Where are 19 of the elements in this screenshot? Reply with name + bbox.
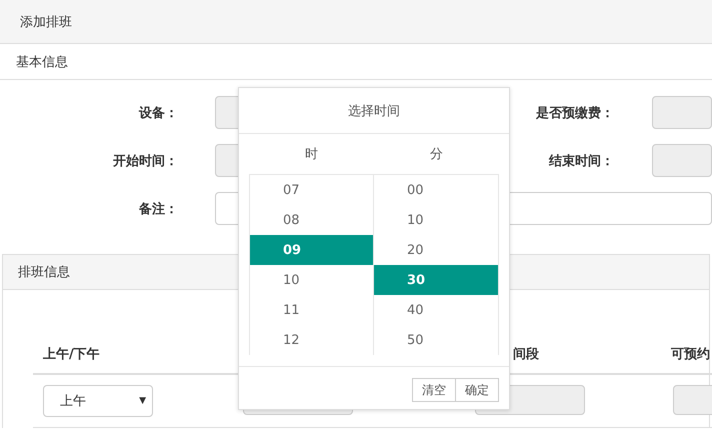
time-option[interactable]: 09 xyxy=(250,235,373,265)
column-header: 可预约 xyxy=(671,345,712,375)
field-label: 结束时间： xyxy=(548,152,614,170)
column-header: 分 xyxy=(429,146,444,163)
confirm-button[interactable]: 确定 xyxy=(455,378,499,402)
input-field[interactable] xyxy=(652,144,712,177)
field-label: 备注： xyxy=(138,200,178,218)
period-select[interactable]: 上午 ▼ xyxy=(43,385,153,417)
time-option[interactable]: 30 xyxy=(374,265,498,295)
field-label: 设备： xyxy=(138,104,178,122)
field-label: 是否预缴费： xyxy=(535,104,614,122)
picker-title: 选择时间 xyxy=(239,88,509,134)
input-field[interactable] xyxy=(652,96,712,129)
page-title: 添加排班 xyxy=(0,0,712,44)
column-header: 时 xyxy=(304,146,319,163)
clear-button[interactable]: 清空 xyxy=(412,378,456,402)
section-header: 基本信息 xyxy=(0,44,712,80)
caret-icon: ▼ xyxy=(139,396,146,406)
field-label: 开始时间： xyxy=(112,152,178,170)
